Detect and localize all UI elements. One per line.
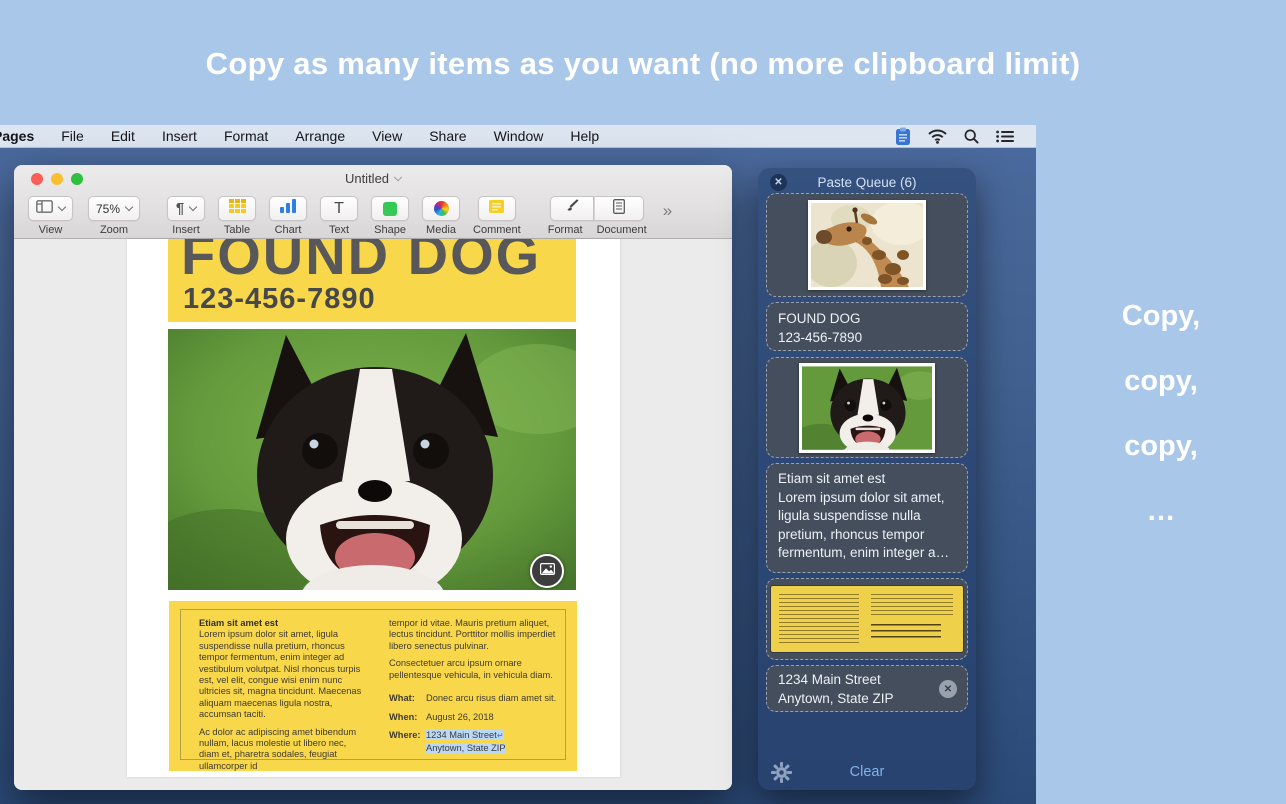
menu-view[interactable]: View <box>372 128 402 144</box>
paste-item-lorem-text[interactable]: Etiam sit amet est Lorem ipsum dolor sit… <box>766 463 968 573</box>
format-button[interactable] <box>550 196 594 221</box>
mac-screen-capture: Pages File Edit Insert Format Arrange Vi… <box>0 125 1036 804</box>
table-grid-icon <box>229 199 246 218</box>
menu-share[interactable]: Share <box>429 128 466 144</box>
title-bar[interactable]: Untitled <box>14 165 732 192</box>
paste-queue-clipboard-icon[interactable] <box>895 127 911 146</box>
poster-body-paragraph: Ac dolor ac adipiscing amet bibendum nul… <box>199 727 367 773</box>
poster-body-heading: Etiam sit amet est <box>199 618 367 629</box>
poster-textbox[interactable]: Etiam sit amet est Lorem ipsum dolor sit… <box>169 601 577 771</box>
comment-button[interactable] <box>478 196 516 221</box>
green-square-icon <box>383 202 397 216</box>
menu-format[interactable]: Format <box>224 128 268 144</box>
menu-window[interactable]: Window <box>494 128 544 144</box>
detail-row-where: Where: 1234 Main Street↵ Anytown, State … <box>389 729 565 754</box>
poster-body-paragraph: Lorem ipsum dolor sit amet, ligula suspe… <box>199 629 367 720</box>
window-title: Untitled <box>14 171 732 186</box>
zoom-button[interactable]: 75% <box>88 196 140 221</box>
paste-item-address-text[interactable]: 1234 Main Street Anytown, State ZIP ✕ <box>766 665 968 712</box>
paintbrush-icon <box>565 199 580 219</box>
document-button[interactable] <box>594 196 644 221</box>
view-button[interactable] <box>28 196 73 221</box>
replace-image-button[interactable] <box>530 554 564 588</box>
detail-row-what: What: Donec arcu risus diam amet sit. <box>389 692 565 704</box>
format-label: Format <box>548 224 583 236</box>
chart-label: Chart <box>275 224 302 236</box>
document-canvas[interactable]: FOUND DOG 123-456-7890 <box>14 239 732 790</box>
pilcrow-icon: ¶ <box>176 200 184 217</box>
dog-photo[interactable] <box>168 329 576 590</box>
text-label: Text <box>329 224 349 236</box>
window-chrome: Untitled View 7 <box>14 165 732 239</box>
paste-queue-panel: ✕ Paste Queue (6) <box>758 168 976 790</box>
color-wheel-icon <box>434 201 449 216</box>
zoom-value: 75% <box>96 202 120 216</box>
title-chevron-down-icon[interactable] <box>394 173 402 181</box>
insert-label: Insert <box>172 224 200 236</box>
remove-item-button[interactable]: ✕ <box>939 680 957 698</box>
chevron-down-icon <box>189 202 197 210</box>
clear-button[interactable]: Clear <box>758 764 976 780</box>
shape-button[interactable] <box>371 196 409 221</box>
chart-button[interactable] <box>269 196 307 221</box>
poster-phone: 123-456-7890 <box>183 283 376 316</box>
selected-text[interactable]: 1234 Main Street↵ <box>426 730 504 740</box>
side-note-line: copy, <box>1036 416 1286 481</box>
table-label: Table <box>224 224 250 236</box>
paste-item-dog-image[interactable] <box>766 357 968 458</box>
menu-bar: Pages File Edit Insert Format Arrange Vi… <box>0 125 1036 148</box>
menu-insert[interactable]: Insert <box>162 128 197 144</box>
promo-side-note: Copy, copy, copy, … <box>1036 286 1286 546</box>
promo-headline: Copy as many items as you want (no more … <box>0 46 1286 82</box>
poster-text-thumbnail <box>771 586 963 652</box>
wifi-icon[interactable] <box>928 129 947 144</box>
image-icon <box>540 562 555 580</box>
toolbar: View 75% Zoom ¶ <box>14 192 732 239</box>
chevron-down-icon <box>58 202 66 210</box>
side-note-line: Copy, <box>1036 286 1286 351</box>
letter-t-icon: T <box>334 200 344 218</box>
side-note-line: copy, <box>1036 351 1286 416</box>
zoom-label: Zoom <box>100 224 128 236</box>
side-note-line: … <box>1036 481 1286 546</box>
text-button[interactable]: T <box>320 196 358 221</box>
promo-screenshot: Copy as many items as you want (no more … <box>0 0 1286 804</box>
notification-list-icon[interactable] <box>996 130 1014 143</box>
document-label: Document <box>597 224 647 236</box>
menu-app-name[interactable]: Pages <box>0 128 34 144</box>
view-label: View <box>39 224 63 236</box>
paste-queue-title: Paste Queue (6) <box>758 175 976 190</box>
poster-title-block[interactable]: FOUND DOG 123-456-7890 <box>168 239 576 322</box>
yellow-note-icon <box>489 200 504 218</box>
view-panes-icon <box>36 200 53 218</box>
line-break-mark: ↵ <box>497 731 504 740</box>
bar-chart-icon <box>280 199 296 218</box>
detail-row-when: When: August 26, 2018 <box>389 711 565 723</box>
giraffe-photo-thumbnail <box>808 200 926 290</box>
menu-arrange[interactable]: Arrange <box>295 128 345 144</box>
poster-headline: FOUND DOG <box>181 239 541 283</box>
paste-item-found-dog-text[interactable]: FOUND DOG 123-456-7890 <box>766 302 968 351</box>
menu-help[interactable]: Help <box>570 128 599 144</box>
media-button[interactable] <box>422 196 460 221</box>
paste-item-giraffe-image[interactable] <box>766 193 968 297</box>
chevron-down-icon <box>125 202 133 210</box>
paste-item-poster-snippet[interactable] <box>766 578 968 660</box>
insert-button[interactable]: ¶ <box>167 196 205 221</box>
dog-photo-thumbnail <box>799 363 935 453</box>
menu-edit[interactable]: Edit <box>111 128 135 144</box>
media-label: Media <box>426 224 456 236</box>
pages-window: Untitled View 7 <box>14 165 732 790</box>
document-sheet-icon <box>613 199 625 219</box>
table-button[interactable] <box>218 196 256 221</box>
menu-file[interactable]: File <box>61 128 84 144</box>
selected-text[interactable]: Anytown, State ZIP <box>426 743 506 753</box>
toolbar-overflow-icon[interactable]: » <box>663 201 672 221</box>
comment-label: Comment <box>473 224 521 236</box>
poster-body-paragraph: Consectetuer arcu ipsum ornare pellentes… <box>389 658 565 681</box>
search-icon[interactable] <box>964 129 979 144</box>
poster-body-paragraph: tempor id vitae. Mauris pretium aliquet,… <box>389 618 565 652</box>
shape-label: Shape <box>374 224 406 236</box>
desktop-wallpaper: Untitled View 7 <box>0 148 1036 804</box>
